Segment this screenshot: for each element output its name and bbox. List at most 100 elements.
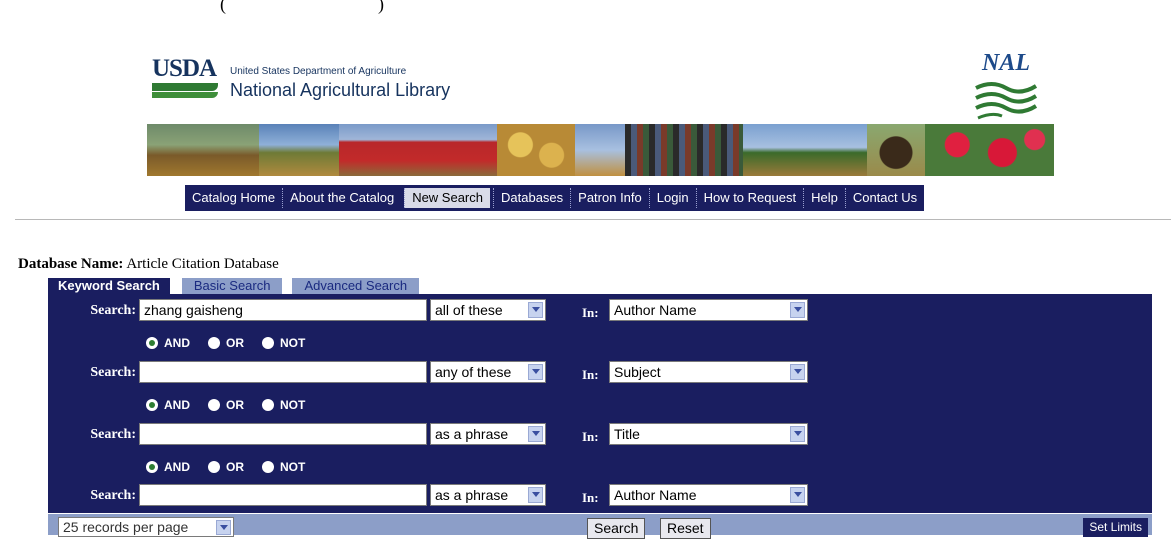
search-field-value: Author Name: [614, 487, 697, 503]
chevron-down-icon: [528, 426, 543, 442]
reset-button[interactable]: Reset: [660, 518, 711, 539]
radio-or[interactable]: OR: [208, 336, 244, 350]
search-field-select[interactable]: Author Name: [609, 299, 808, 321]
divider: [15, 219, 1171, 220]
search-term-input[interactable]: [139, 299, 427, 321]
database-name: Database Name: Article Citation Database: [18, 256, 279, 273]
radio-icon: [262, 461, 274, 473]
radio-not-label: NOT: [280, 398, 306, 412]
match-type-select[interactable]: any of these: [430, 361, 546, 383]
radio-icon: [262, 337, 274, 349]
radio-not[interactable]: NOT: [262, 336, 305, 350]
radio-and[interactable]: AND: [146, 398, 190, 412]
radio-and[interactable]: AND: [146, 336, 190, 350]
nav-about-catalog[interactable]: About the Catalog: [282, 188, 401, 208]
search-button[interactable]: Search: [587, 518, 646, 539]
search-actions-bar: 25 records per page Search Reset Set Lim…: [48, 514, 1152, 539]
banner-photo-flowers: [925, 124, 1054, 176]
top-fragment-right: ): [378, 0, 384, 14]
chevron-down-icon: [528, 302, 543, 318]
search-field-value: Author Name: [614, 302, 697, 318]
nal-logo[interactable]: NAL: [972, 50, 1042, 122]
tab-advanced-search[interactable]: Advanced Search: [292, 278, 420, 294]
in-label: In:: [582, 429, 599, 444]
database-name-value: Article Citation Database: [126, 256, 279, 272]
radio-and[interactable]: AND: [146, 460, 190, 474]
search-label: Search:: [90, 488, 136, 503]
search-term-input[interactable]: [139, 423, 427, 445]
radio-icon: [208, 337, 220, 349]
main-nav: Catalog Home About the Catalog New Searc…: [185, 185, 925, 211]
match-type-select[interactable]: as a phrase: [430, 484, 546, 506]
search-term-input[interactable]: [139, 484, 427, 506]
chevron-down-icon: [528, 487, 543, 503]
nav-help[interactable]: Help: [803, 188, 845, 208]
nav-new-search[interactable]: New Search: [404, 188, 490, 208]
search-term-input[interactable]: [139, 361, 427, 383]
radio-not[interactable]: NOT: [262, 460, 305, 474]
match-type-value: as a phrase: [435, 487, 509, 503]
radio-or[interactable]: OR: [208, 460, 244, 474]
radio-icon: [262, 399, 274, 411]
chevron-down-icon: [216, 520, 231, 535]
match-type-value: all of these: [435, 302, 503, 318]
search-field-select[interactable]: Subject: [609, 361, 808, 383]
banner-photo-chicks: [497, 124, 575, 176]
match-type-select[interactable]: all of these: [430, 299, 546, 321]
banner-photo-landscape: [259, 124, 339, 176]
usda-logo-stripe: [152, 92, 218, 98]
match-type-select[interactable]: as a phrase: [430, 423, 546, 445]
tab-basic-search[interactable]: Basic Search: [181, 278, 283, 294]
nav-how-to-request[interactable]: How to Request: [695, 188, 804, 208]
keyword-search-panel: Search: all of these In: Author Name AND…: [48, 294, 1152, 513]
chevron-down-icon: [790, 364, 805, 380]
set-limits-button[interactable]: Set Limits: [1083, 518, 1148, 537]
banner-photo-barn: [339, 124, 497, 176]
radio-selected-icon: [146, 461, 158, 473]
search-field-value: Title: [614, 426, 640, 442]
banner-photo-countryside: [743, 124, 867, 176]
library-name: National Agricultural Library: [230, 80, 451, 100]
banner-photo-field: [147, 124, 259, 176]
search-field-value: Subject: [614, 364, 661, 380]
nav-contact-us[interactable]: Contact Us: [844, 188, 924, 208]
in-label: In:: [582, 367, 599, 382]
radio-and-label: AND: [164, 460, 190, 474]
chevron-down-icon: [790, 302, 805, 318]
tab-keyword-search[interactable]: Keyword Search: [48, 278, 170, 294]
match-type-value: as a phrase: [435, 426, 509, 442]
usda-logo[interactable]: USDA: [152, 56, 218, 106]
nal-logo-text: NAL: [982, 50, 1030, 76]
radio-selected-icon: [146, 337, 158, 349]
boolean-operator-group: AND OR NOT: [146, 336, 323, 350]
nav-databases[interactable]: Databases: [493, 188, 570, 208]
radio-selected-icon: [146, 399, 158, 411]
banner-photo-sky: [575, 124, 625, 176]
search-label: Search:: [90, 303, 136, 318]
in-label: In:: [582, 490, 599, 505]
records-per-page-value: 25 records per page: [63, 519, 189, 535]
records-per-page-select[interactable]: 25 records per page: [58, 517, 234, 537]
nav-login[interactable]: Login: [648, 188, 696, 208]
radio-or-label: OR: [226, 398, 244, 412]
nav-catalog-home[interactable]: Catalog Home: [185, 188, 282, 208]
search-field-select[interactable]: Author Name: [609, 484, 808, 506]
radio-or[interactable]: OR: [208, 398, 244, 412]
search-tabs: Keyword Search Basic Search Advanced Sea…: [48, 278, 429, 294]
radio-and-label: AND: [164, 336, 190, 350]
match-type-value: any of these: [435, 364, 512, 380]
search-label: Search:: [90, 427, 136, 442]
banner-photo-books: [625, 124, 743, 176]
top-fragment-left: (: [220, 0, 226, 14]
in-label: In:: [582, 305, 599, 320]
search-field-select[interactable]: Title: [609, 423, 808, 445]
nav-patron-info[interactable]: Patron Info: [570, 188, 649, 208]
radio-or-label: OR: [226, 336, 244, 350]
chevron-down-icon: [790, 487, 805, 503]
radio-not[interactable]: NOT: [262, 398, 305, 412]
boolean-operator-group: AND OR NOT: [146, 398, 323, 412]
boolean-operator-group: AND OR NOT: [146, 460, 323, 474]
radio-not-label: NOT: [280, 336, 306, 350]
radio-icon: [208, 461, 220, 473]
department-name: United States Department of Agriculture: [230, 66, 407, 77]
